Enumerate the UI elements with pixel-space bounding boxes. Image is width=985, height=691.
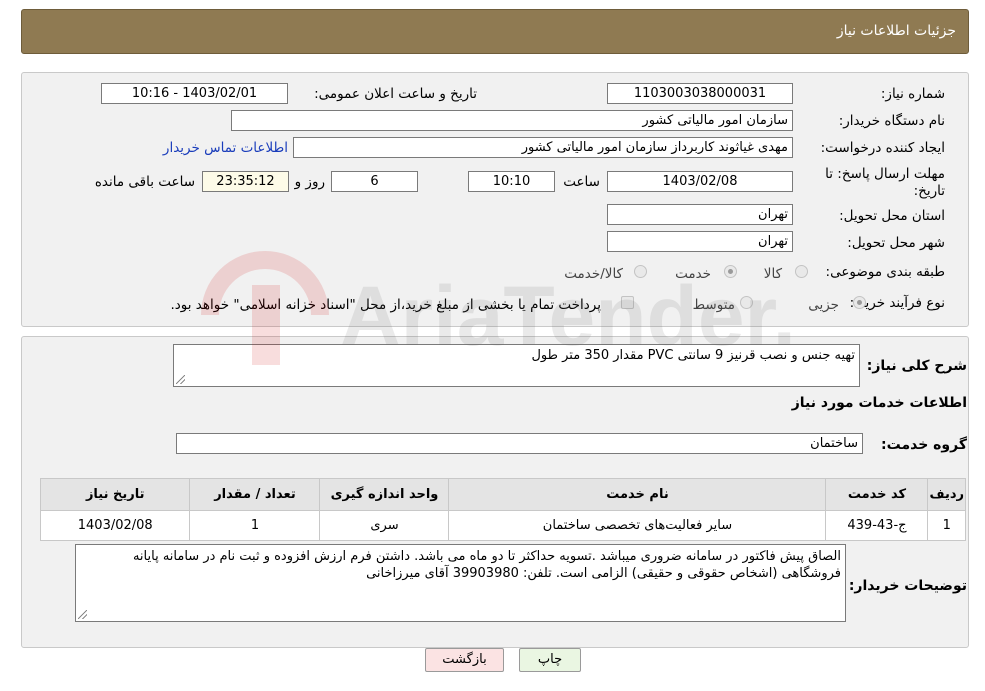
category-both-label: کالا/خدمت	[564, 266, 623, 282]
cell-row-num: 1	[927, 510, 966, 541]
buyer-contact-link[interactable]: اطلاعات تماس خریدار	[163, 140, 288, 156]
process-minor-radio[interactable]	[853, 296, 866, 309]
services-section-title: اطلاعات خدمات مورد نیاز	[791, 395, 967, 411]
col-header-qty: تعداد / مقدار	[189, 478, 321, 511]
resize-grip-icon[interactable]	[78, 610, 87, 619]
col-header-name: نام خدمت	[448, 478, 827, 511]
province-field: تهران	[607, 204, 793, 225]
process-medium-radio[interactable]	[740, 296, 753, 309]
days-label: روز و	[294, 174, 325, 190]
summary-textarea[interactable]: تهیه جنس و نصب قرنیز 9 سانتی PVC مقدار 3…	[173, 344, 860, 387]
cell-unit: سری	[319, 510, 450, 541]
category-service-radio[interactable]	[724, 265, 737, 278]
process-medium-label: متوسط	[692, 297, 735, 313]
back-button[interactable]: بازگشت	[425, 648, 504, 672]
table-header-row: ردیف کد خدمت نام خدمت واحد اندازه گیری ت…	[39, 478, 966, 511]
print-button[interactable]: چاپ	[519, 648, 581, 672]
need-number-label: شماره نیاز:	[880, 86, 945, 102]
category-goods-label: کالا	[763, 266, 782, 282]
col-header-row-num: ردیف	[927, 478, 966, 511]
deadline-time-field: 10:10	[468, 171, 555, 192]
col-header-code: کد خدمت	[825, 478, 929, 511]
page-title: جزئیات اطلاعات نیاز	[836, 23, 956, 39]
treasury-checkbox[interactable]	[621, 296, 634, 309]
resize-grip-icon[interactable]	[176, 375, 185, 384]
deadline-time-label: ساعت	[563, 174, 600, 190]
announce-field: 1403/02/01 - 10:16	[101, 83, 288, 104]
buyer-notes-textarea[interactable]: الصاق پیش فاکتور در سامانه ضروری میباشد …	[75, 544, 846, 622]
deadline-date-field: 1403/02/08	[607, 171, 793, 192]
buyer-org-label: نام دستگاه خریدار:	[838, 113, 945, 129]
buyer-org-field: سازمان امور مالیاتی کشور	[231, 110, 793, 131]
service-group-field: ساختمان	[176, 433, 863, 454]
cell-date: 1403/02/08	[39, 510, 191, 541]
city-label: شهر محل تحویل:	[847, 235, 945, 251]
cell-qty: 1	[189, 510, 321, 541]
city-field: تهران	[607, 231, 793, 252]
category-both-radio[interactable]	[634, 265, 647, 278]
deadline-label: مهلت ارسال پاسخ: تا	[825, 166, 945, 182]
services-table: ردیف کد خدمت نام خدمت واحد اندازه گیری ت…	[39, 478, 966, 541]
category-label: طبقه بندی موضوعی:	[825, 264, 945, 280]
page-header: جزئیات اطلاعات نیاز	[21, 9, 969, 54]
service-group-label: گروه خدمت:	[881, 437, 967, 453]
announce-label: تاریخ و ساعت اعلان عمومی:	[314, 86, 477, 102]
days-field: 6	[331, 171, 418, 192]
province-label: استان محل تحویل:	[839, 208, 945, 224]
buyer-notes-text: الصاق پیش فاکتور در سامانه ضروری میباشد …	[132, 549, 841, 581]
remaining-label: ساعت باقی مانده	[94, 174, 195, 190]
category-goods-radio[interactable]	[795, 265, 808, 278]
need-number-field: 1103003038000031	[607, 83, 793, 104]
col-header-date: تاریخ نیاز	[39, 478, 191, 511]
summary-text: تهیه جنس و نصب قرنیز 9 سانتی PVC مقدار 3…	[531, 348, 855, 363]
buyer-notes-label: توضیحات خریدار:	[848, 578, 967, 594]
col-header-unit: واحد اندازه گیری	[319, 478, 450, 511]
deadline-label-2: تاریخ:	[913, 183, 945, 199]
creator-field: مهدی غیاثوند کاربرداز سازمان امور مالیات…	[293, 137, 793, 158]
table-row: 1 ج-43-439 سایر فعالیت‌های تخصصی ساختمان…	[39, 510, 966, 541]
payment-note: پرداخت تمام یا بخشی از مبلغ خرید،از محل …	[170, 297, 601, 313]
process-minor-label: جزیی	[808, 297, 839, 313]
creator-label: ایجاد کننده درخواست:	[820, 140, 945, 156]
summary-label: شرح کلی نیاز:	[866, 358, 967, 374]
category-service-label: خدمت	[675, 266, 711, 282]
remaining-time-field: 23:35:12	[202, 171, 289, 192]
cell-name: سایر فعالیت‌های تخصصی ساختمان	[448, 510, 827, 541]
cell-code: ج-43-439	[825, 510, 929, 541]
